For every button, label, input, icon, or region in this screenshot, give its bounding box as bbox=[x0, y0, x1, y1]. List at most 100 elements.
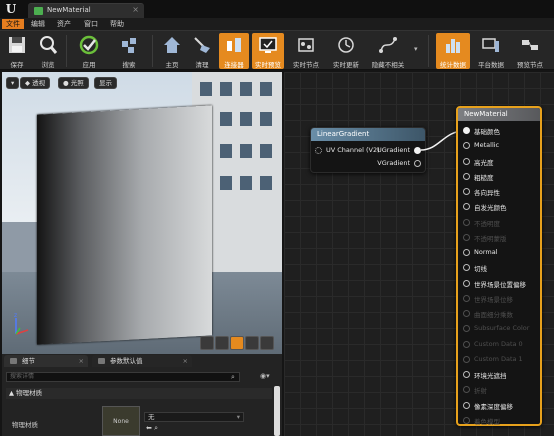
pin-label: 高光度 bbox=[474, 158, 494, 167]
document-tab[interactable]: NewMaterial × bbox=[28, 3, 144, 18]
pin-label: 折射 bbox=[474, 387, 487, 396]
preview-nodes-button[interactable]: 预览节点 bbox=[512, 33, 548, 69]
menu-help[interactable]: 帮助 bbox=[106, 19, 128, 29]
pin-connector-icon[interactable] bbox=[463, 188, 470, 195]
details-search-input[interactable]: 搜索详情 bbox=[6, 372, 240, 382]
property-label: 物理材质 bbox=[12, 421, 38, 429]
pin-connector-icon[interactable] bbox=[463, 127, 470, 134]
stats-button[interactable]: 统计数据 bbox=[436, 33, 470, 69]
platform-stats-icon bbox=[482, 38, 499, 52]
connectors-button[interactable]: 连接器 bbox=[219, 33, 249, 69]
material-input-pin[interactable]: 高光度 bbox=[463, 157, 494, 167]
platform-stats-button[interactable]: 平台数据 bbox=[473, 33, 509, 69]
pin-connector-icon[interactable] bbox=[463, 340, 470, 348]
material-asset-icon bbox=[34, 7, 43, 15]
material-graph[interactable]: LinearGradient UV Channel (V2) UGradient… bbox=[284, 72, 554, 436]
search-icon[interactable]: ⌕ bbox=[231, 372, 241, 382]
pin-connector-icon[interactable] bbox=[463, 203, 470, 211]
material-input-pin[interactable]: 世界场景位移 bbox=[463, 294, 513, 304]
pin-connector-icon[interactable] bbox=[463, 386, 470, 394]
material-input-pin[interactable]: Subsurface Color bbox=[463, 324, 529, 333]
preview-cube-button[interactable] bbox=[245, 336, 259, 350]
hide-unrelated-button[interactable]: 隐藏不相关 bbox=[366, 33, 410, 69]
pin-label: 世界场景位置偏移 bbox=[474, 280, 526, 289]
show-button[interactable]: 显示 bbox=[94, 77, 117, 89]
asset-thumbnail[interactable]: None bbox=[102, 406, 140, 436]
pin-connector-icon[interactable] bbox=[463, 294, 470, 302]
category-physical-material[interactable]: ▲ 物理材质 bbox=[6, 388, 272, 399]
live-update-button[interactable]: 实时更新 bbox=[328, 33, 364, 69]
pin-connector-icon[interactable] bbox=[463, 416, 470, 424]
live-preview-button[interactable]: 实时预览 bbox=[252, 33, 284, 69]
node-title: NewMaterial bbox=[458, 108, 540, 121]
close-icon[interactable]: × bbox=[183, 355, 188, 367]
material-input-pin[interactable]: 着色模型 bbox=[463, 416, 500, 426]
physical-material-combo[interactable]: 无 ▾ bbox=[144, 412, 244, 422]
pin-label: 基础颜色 bbox=[474, 128, 500, 136]
material-input-pin[interactable]: 曲面细分乘数 bbox=[463, 309, 513, 319]
pin-connector-icon[interactable] bbox=[463, 310, 470, 317]
pin-connector-icon[interactable] bbox=[463, 355, 470, 363]
material-input-pin[interactable]: 各向异性 bbox=[463, 187, 500, 197]
menu-edit[interactable]: 编辑 bbox=[27, 19, 49, 29]
menu-window[interactable]: 窗口 bbox=[80, 19, 102, 29]
save-button[interactable]: 保存 bbox=[2, 33, 32, 69]
eye-icon[interactable]: ◉▾ bbox=[260, 372, 270, 380]
pin-connector-icon[interactable] bbox=[463, 401, 470, 409]
stats-icon bbox=[446, 39, 460, 53]
live-preview-icon bbox=[259, 37, 277, 53]
pin-connector-icon[interactable] bbox=[463, 264, 470, 272]
preview-plane-button[interactable] bbox=[230, 336, 244, 350]
preview-custom-mesh-button[interactable] bbox=[260, 336, 274, 350]
pin-connector-icon[interactable] bbox=[463, 233, 470, 241]
material-input-pin[interactable]: Custom Data 1 bbox=[463, 355, 523, 363]
pin-connector-icon[interactable] bbox=[463, 371, 470, 378]
details-scrollbar[interactable] bbox=[274, 386, 280, 436]
pin-connector-icon[interactable] bbox=[463, 142, 470, 150]
pin-connector-icon[interactable] bbox=[463, 325, 470, 333]
material-input-pin[interactable]: 环境光遮挡 bbox=[463, 370, 507, 380]
toolbar-dropdown-arrow-icon[interactable]: ▾ bbox=[414, 45, 418, 53]
pin-connector-icon[interactable] bbox=[463, 218, 470, 226]
material-input-pin[interactable]: Metallic bbox=[463, 141, 500, 150]
material-input-pin[interactable]: 世界场景位置偏移 bbox=[463, 279, 526, 289]
material-input-pin[interactable]: 自发光颜色 bbox=[463, 202, 507, 212]
pin-connector-icon[interactable] bbox=[463, 249, 470, 256]
browse-button[interactable]: 浏览 bbox=[33, 33, 63, 69]
live-nodes-button[interactable]: 实时节点 bbox=[288, 33, 324, 69]
close-icon[interactable]: × bbox=[79, 355, 84, 367]
material-input-pin[interactable]: Normal bbox=[463, 248, 498, 256]
pin-connector-icon[interactable] bbox=[463, 157, 470, 165]
tab-parameter-defaults[interactable]: 参数默认值 × bbox=[92, 355, 192, 367]
material-input-pin[interactable]: 不透明蒙版 bbox=[463, 233, 507, 243]
pin-connector-icon[interactable] bbox=[463, 172, 470, 180]
material-input-pin[interactable]: Custom Data 0 bbox=[463, 340, 523, 348]
material-preview-viewport[interactable]: ▾ ◆ 透视 ● 光照 显示 z bbox=[2, 72, 282, 354]
menu-asset[interactable]: 资产 bbox=[53, 19, 75, 29]
material-input-pin[interactable]: 折射 bbox=[463, 385, 487, 395]
search-button[interactable]: 搜索 bbox=[112, 33, 146, 69]
preview-cylinder-button[interactable] bbox=[200, 336, 214, 350]
material-input-pin[interactable]: 不透明度 bbox=[463, 218, 500, 228]
apply-button[interactable]: 应用 bbox=[72, 33, 106, 69]
pin-label: Metallic bbox=[474, 141, 500, 150]
menu-file[interactable]: 文件 bbox=[2, 19, 24, 29]
material-input-pin[interactable]: 像素深度偏移 bbox=[463, 401, 513, 411]
pin-connector-icon[interactable] bbox=[463, 279, 470, 287]
material-result-node[interactable]: NewMaterial 基础颜色 Metallic 高光度粗糙度各向异性自发光颜色不… bbox=[456, 106, 542, 426]
viewport-options-button[interactable]: ▾ bbox=[6, 77, 20, 89]
perspective-button[interactable]: ◆ 透视 bbox=[20, 77, 51, 89]
use-selected-icon[interactable]: ⬅ ⌕ bbox=[146, 424, 158, 433]
material-input-pin[interactable]: 切线 bbox=[463, 263, 487, 273]
tab-details[interactable]: 细节 × bbox=[4, 355, 88, 367]
material-input-pin[interactable]: 粗糙度 bbox=[463, 172, 494, 182]
lit-button[interactable]: ● 光照 bbox=[58, 77, 89, 89]
save-icon bbox=[9, 37, 25, 53]
unreal-logo-icon: U bbox=[5, 2, 17, 16]
home-button[interactable]: 主页 bbox=[158, 33, 186, 69]
material-input-pin[interactable]: 基础颜色 bbox=[463, 126, 500, 136]
apply-icon bbox=[79, 35, 99, 55]
preview-sphere-button[interactable] bbox=[215, 336, 229, 350]
close-icon[interactable]: × bbox=[132, 5, 139, 14]
clean-button[interactable]: 清理 bbox=[188, 33, 216, 69]
